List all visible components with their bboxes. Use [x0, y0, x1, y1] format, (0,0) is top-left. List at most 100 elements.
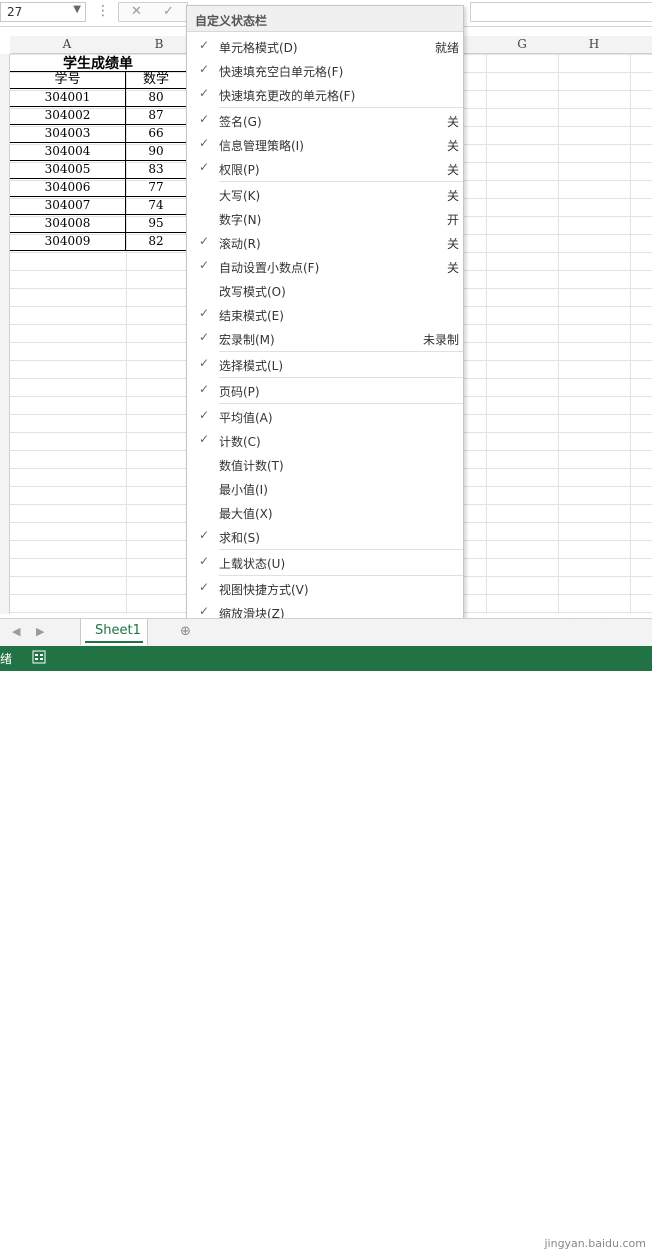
menu-item[interactable]: 最大值(X) [187, 500, 463, 524]
menu-item-label: 结束模式(E) [219, 309, 284, 323]
header-math[interactable]: 数学 [126, 71, 186, 89]
menu-item[interactable]: ✓ 页码(P) [187, 378, 463, 402]
menu-item-label: 快速填充空白单元格(F) [219, 65, 344, 79]
tab-sheet1[interactable]: Sheet1 [80, 619, 148, 645]
sheet-tab-bar: ◀ ▶ Sheet1 ⊕ jingyan.baidu.com [0, 618, 652, 1250]
check-icon: ✓ [199, 38, 210, 52]
menu-item-label: 数字(N) [219, 213, 262, 227]
menu-item[interactable]: 改写模式(O) [187, 278, 463, 302]
menu-item[interactable]: ✓ 信息管理策略(I) 关 [187, 132, 463, 156]
check-icon: ✓ [199, 160, 210, 174]
table-row: 304002 87 [10, 107, 186, 125]
cell-math-score[interactable]: 90 [126, 143, 186, 161]
menu-item[interactable]: ✓ 快速填充更改的单元格(F) [187, 82, 463, 106]
check-icon: ✓ [199, 604, 210, 618]
column-header-strip-right [464, 36, 652, 54]
table-row: 304009 82 [10, 233, 186, 251]
menu-item-label: 平均值(A) [219, 411, 273, 425]
menu-item-label: 签名(G) [219, 115, 262, 129]
column-header-b[interactable]: B [152, 37, 166, 51]
table-row: 304007 74 [10, 197, 186, 215]
cell-student-id[interactable]: 304005 [10, 161, 126, 179]
status-mode: 绪 [0, 652, 13, 666]
row-header-gutter[interactable] [0, 54, 10, 614]
menu-item[interactable]: ✓ 滚动(R) 关 [187, 230, 463, 254]
check-icon: ✓ [199, 528, 210, 542]
menu-item-label: 大写(K) [219, 189, 261, 203]
check-icon: ✓ [199, 432, 210, 446]
name-box[interactable]: 27 ▼ [0, 2, 86, 22]
next-sheet-icon[interactable]: ▶ [36, 625, 44, 638]
menu-item[interactable]: ✓ 签名(G) 关 [187, 108, 463, 132]
cell-student-id[interactable]: 304002 [10, 107, 126, 125]
menu-item-label: 求和(S) [219, 531, 260, 545]
table-row: 304003 66 [10, 125, 186, 143]
cell-student-id[interactable]: 304003 [10, 125, 126, 143]
cell-student-id[interactable]: 304007 [10, 197, 126, 215]
column-header-g[interactable]: G [515, 37, 529, 51]
cell-math-score[interactable]: 87 [126, 107, 186, 125]
menu-item[interactable]: 最小值(I) [187, 476, 463, 500]
menu-item[interactable]: ✓ 计数(C) [187, 428, 463, 452]
cell-math-score[interactable]: 74 [126, 197, 186, 215]
menu-item-value: 关 [446, 115, 459, 129]
confirm-icon[interactable]: ✓ [163, 4, 174, 19]
cell-student-id[interactable]: 304009 [10, 233, 126, 251]
menu-item[interactable]: ✓ 自动设置小数点(F) 关 [187, 254, 463, 278]
formula-input[interactable] [470, 2, 652, 22]
menu-item-label: 快速填充更改的单元格(F) [219, 89, 356, 103]
macro-record-icon[interactable] [32, 650, 46, 664]
menu-item[interactable]: ✓ 结束模式(E) [187, 302, 463, 326]
menu-item-label: 宏录制(M) [219, 333, 275, 347]
menu-item[interactable]: ✓ 选择模式(L) [187, 352, 463, 376]
check-icon: ✓ [199, 306, 210, 320]
check-icon: ✓ [199, 136, 210, 150]
check-icon: ✓ [199, 330, 210, 344]
menu-item-label: 权限(P) [219, 163, 260, 177]
status-bar[interactable]: 绪 [0, 646, 652, 671]
menu-item[interactable]: ✓ 单元格模式(D) 就绪 [187, 34, 463, 58]
cell-student-id[interactable]: 304004 [10, 143, 126, 161]
watermark-url: jingyan.baidu.com [544, 1237, 646, 1250]
menu-item[interactable]: ✓ 宏录制(M) 未录制 [187, 326, 463, 350]
menu-item-value: 未录制 [422, 333, 459, 347]
menu-item-label: 上载状态(U) [219, 557, 286, 571]
menu-item[interactable]: ✓ 权限(P) 关 [187, 156, 463, 180]
cell-student-id[interactable]: 304006 [10, 179, 126, 197]
chevron-down-icon[interactable]: ▼ [73, 4, 81, 15]
check-icon: ✓ [199, 258, 210, 272]
menu-item[interactable]: ✓ 视图快捷方式(V) [187, 576, 463, 600]
menu-item[interactable]: 数值计数(T) [187, 452, 463, 476]
menu-item-label: 最大值(X) [219, 507, 273, 521]
column-header-h[interactable]: H [587, 37, 601, 51]
check-icon: ✓ [199, 112, 210, 126]
prev-sheet-icon[interactable]: ◀ [12, 625, 20, 638]
active-tab-underline [85, 641, 143, 643]
cell-student-id[interactable]: 304001 [10, 89, 126, 107]
menu-item[interactable]: ✓ 平均值(A) [187, 404, 463, 428]
cell-student-id[interactable]: 304008 [10, 215, 126, 233]
cancel-icon[interactable]: ✕ [131, 4, 142, 19]
grid-col-line [486, 54, 487, 614]
cell-math-score[interactable]: 66 [126, 125, 186, 143]
cell-math-score[interactable]: 77 [126, 179, 186, 197]
menu-item[interactable]: ✓ 上载状态(U) [187, 550, 463, 574]
menu-item-value: 关 [446, 261, 459, 275]
cell-math-score[interactable]: 83 [126, 161, 186, 179]
table-row: 304004 90 [10, 143, 186, 161]
header-student-id[interactable]: 学号 [10, 71, 126, 89]
menu-item-value: 就绪 [434, 41, 459, 55]
menu-item-value: 关 [446, 139, 459, 153]
menu-item-label: 信息管理策略(I) [219, 139, 304, 153]
column-header-a[interactable]: A [60, 37, 74, 51]
cell-math-score[interactable]: 80 [126, 89, 186, 107]
menu-item[interactable]: ✓ 快速填充空白单元格(F) [187, 58, 463, 82]
cell-math-score[interactable]: 82 [126, 233, 186, 251]
more-icon[interactable]: ⋮ [96, 4, 110, 18]
menu-item-label: 自动设置小数点(F) [219, 261, 320, 275]
menu-item[interactable]: 数字(N) 开 [187, 206, 463, 230]
menu-item[interactable]: ✓ 求和(S) [187, 524, 463, 548]
menu-item[interactable]: 大写(K) 关 [187, 182, 463, 206]
add-sheet-icon[interactable]: ⊕ [180, 624, 191, 639]
cell-math-score[interactable]: 95 [126, 215, 186, 233]
